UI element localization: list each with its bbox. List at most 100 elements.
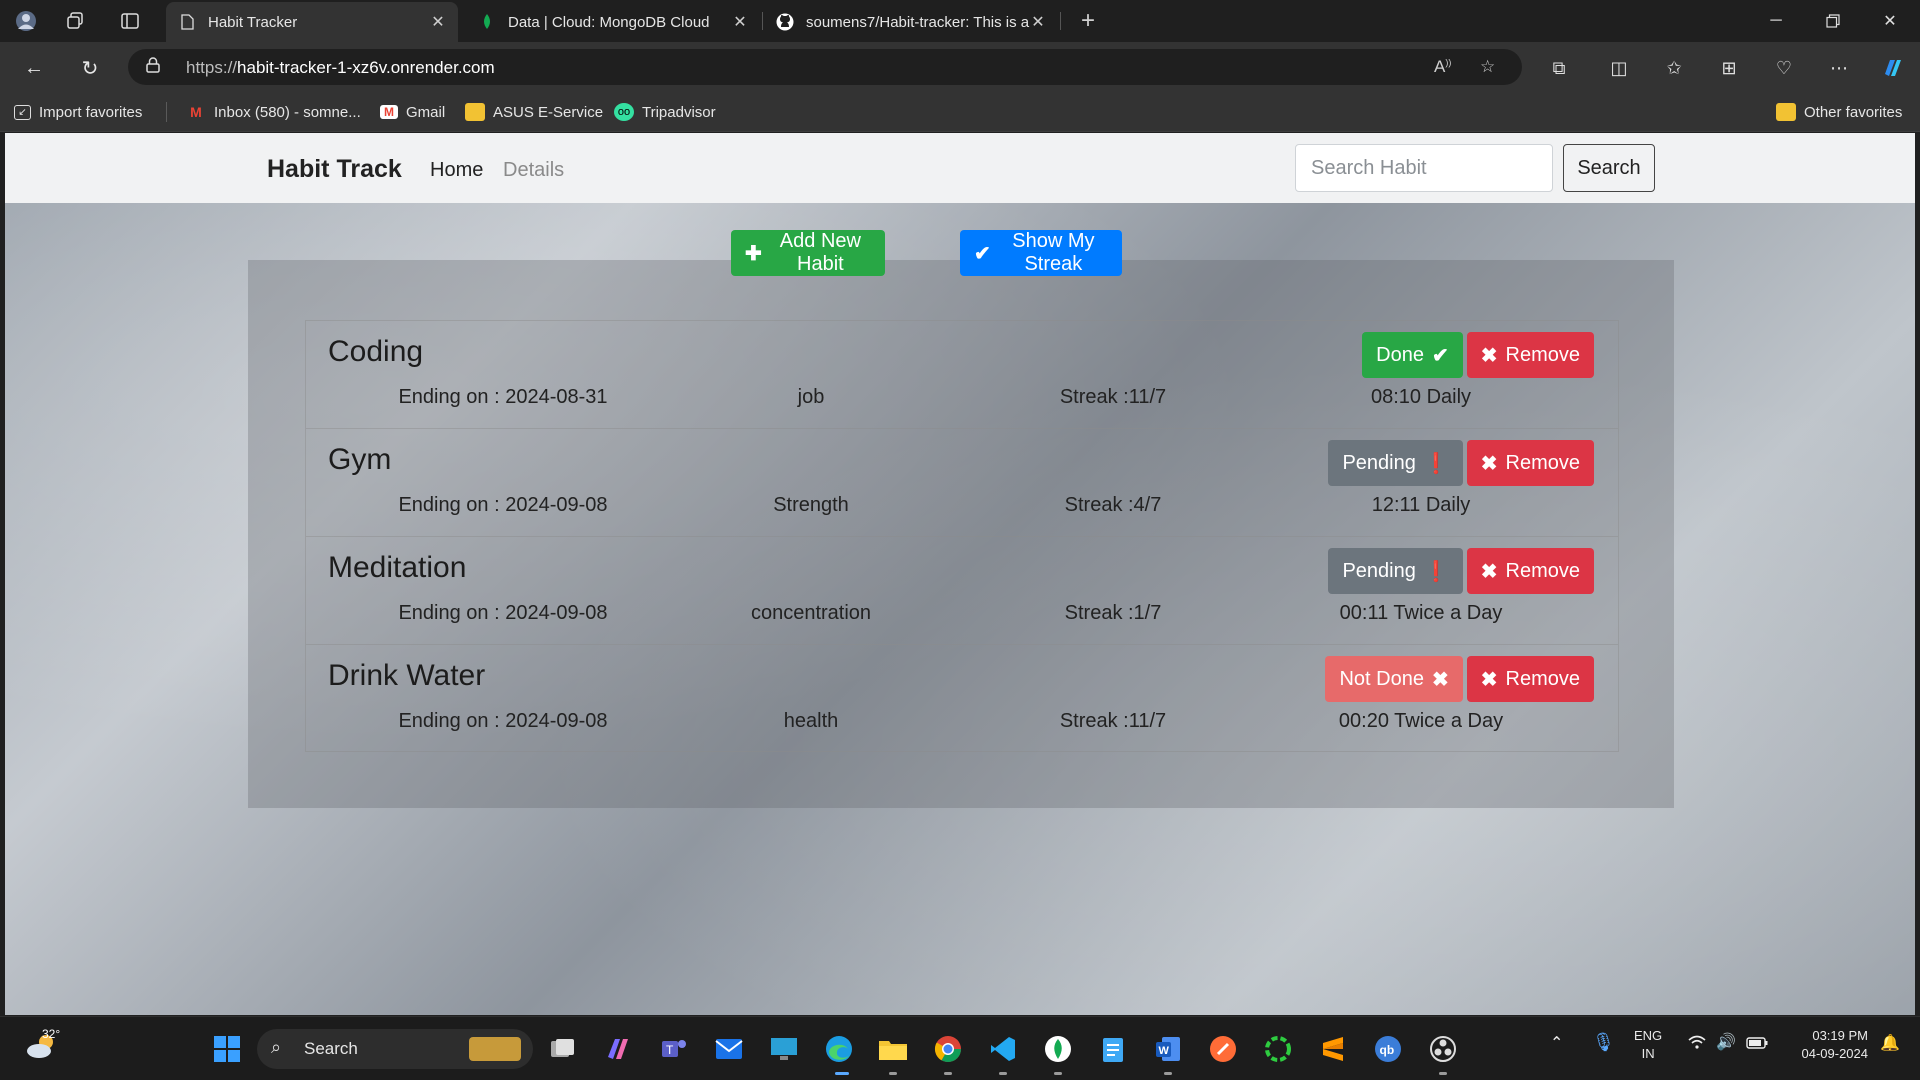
spinner-app-icon[interactable] <box>1260 1031 1296 1067</box>
status-not-done-button[interactable]: Not Done ✖ <box>1325 656 1463 702</box>
close-tab-icon[interactable]: ✕ <box>430 12 446 32</box>
show-my-streak-button[interactable]: ✔ Show My Streak <box>960 230 1122 276</box>
favorite-star-icon[interactable]: ☆ <box>1480 57 1495 77</box>
battery-icon[interactable] <box>1746 1036 1768 1054</box>
remove-button[interactable]: ✖ Remove <box>1466 440 1594 486</box>
fav-label: Inbox (580) - somne... <box>214 103 361 121</box>
refresh-icon[interactable]: ↻ <box>76 54 104 82</box>
habit-actions: Pending ❗ ✖ Remove <box>1328 440 1594 486</box>
favorites-icon[interactable]: ✩ <box>1660 54 1688 82</box>
status-done-button[interactable]: Done ✔ <box>1362 332 1463 378</box>
desktop-icon[interactable] <box>766 1031 802 1067</box>
clock-date: 04-09-2024 <box>1801 1046 1869 1061</box>
tab-title: soumens7/Habit-tracker: This is a <box>806 13 1030 31</box>
vscode-icon[interactable] <box>985 1031 1021 1067</box>
page-icon <box>178 13 196 31</box>
file-explorer-icon[interactable] <box>875 1031 911 1067</box>
nav-details[interactable]: Details <box>503 159 564 182</box>
status-label: Pending <box>1342 451 1416 474</box>
status-pending-button[interactable]: Pending ❗ <box>1328 440 1463 486</box>
nav-home[interactable]: Home <box>430 159 483 182</box>
split-screen-icon[interactable]: ◫ <box>1605 54 1633 82</box>
wifi-icon[interactable] <box>1688 1035 1706 1054</box>
qbittorrent-icon[interactable]: qb <box>1370 1031 1406 1067</box>
tab-actions-icon[interactable] <box>118 9 142 33</box>
tab-mongodb[interactable]: Data | Cloud: MongoDB Cloud ✕ <box>466 2 760 42</box>
web-page: Habit Track Home Details Search ✚ Add Ne… <box>5 133 1915 1015</box>
x-icon: ✖ <box>1480 344 1498 367</box>
temperature: 32° <box>42 1027 61 1041</box>
github-icon <box>776 13 794 31</box>
copilot-icon[interactable] <box>1879 54 1907 82</box>
close-tab-icon[interactable]: ✕ <box>732 12 748 32</box>
brand[interactable]: Habit Track <box>267 155 402 184</box>
add-new-habit-button[interactable]: ✚ Add New Habit <box>731 230 885 276</box>
status-pending-button[interactable]: Pending ❗ <box>1328 548 1463 594</box>
taskbar: 32° ⌕ Search T W qb ⌃ 🎙 ENG IN 🔊 03:19 P… <box>0 1016 1920 1080</box>
postman-icon[interactable] <box>1205 1031 1241 1067</box>
check-icon: ✔ <box>1431 344 1449 367</box>
taskbar-search[interactable]: ⌕ Search <box>257 1029 533 1069</box>
edge-icon[interactable] <box>821 1031 857 1067</box>
fav-label: Other favorites <box>1804 103 1903 121</box>
weather-widget[interactable]: 32° <box>24 1027 60 1066</box>
language-indicator[interactable]: ENG IN <box>1634 1027 1662 1063</box>
teams-icon[interactable]: T <box>656 1031 692 1067</box>
profile-icon[interactable] <box>14 9 38 33</box>
habit-actions: Pending ❗ ✖ Remove <box>1328 548 1594 594</box>
mongodb-compass-icon[interactable] <box>1040 1031 1076 1067</box>
notification-bell-icon[interactable]: 🔔 <box>1880 1035 1900 1053</box>
svg-text:qb: qb <box>1380 1043 1395 1057</box>
fav-other[interactable]: Other favorites <box>1776 101 1902 123</box>
fav-import[interactable]: ↙ Import favorites <box>14 101 142 123</box>
extensions-icon[interactable]: ⧉ <box>1545 54 1573 82</box>
new-tab-icon[interactable]: + <box>1076 7 1100 34</box>
search-button[interactable]: Search <box>1563 144 1655 192</box>
close-window-icon[interactable]: ✕ <box>1867 6 1913 36</box>
tab-github[interactable]: soumens7/Habit-tracker: This is a ✕ <box>764 2 1058 42</box>
habit-name: Gym <box>328 443 392 476</box>
x-icon: ✖ <box>1480 452 1498 475</box>
url-host: habit-tracker-1-xz6v.onrender.com <box>237 58 495 77</box>
clock[interactable]: 03:19 PM 04-09-2024 <box>1784 1027 1869 1063</box>
fav-inbox[interactable]: M Inbox (580) - somne... <box>186 101 361 123</box>
workspaces-icon[interactable] <box>64 9 88 33</box>
microphone-icon[interactable]: 🎙 <box>1592 1033 1615 1051</box>
remove-button[interactable]: ✖ Remove <box>1466 548 1594 594</box>
habit-time: 00:20 Twice a Day <box>1338 710 1504 732</box>
start-icon[interactable] <box>209 1031 245 1067</box>
remove-button[interactable]: ✖ Remove <box>1466 656 1594 702</box>
minimize-icon[interactable]: ─ <box>1753 6 1799 36</box>
search-habit-input[interactable] <box>1295 144 1553 192</box>
volume-icon[interactable]: 🔊 <box>1716 1034 1736 1052</box>
more-icon[interactable]: ⋯ <box>1825 54 1853 82</box>
task-view-icon[interactable] <box>545 1031 581 1067</box>
back-icon[interactable]: ← <box>20 54 48 82</box>
remove-button[interactable]: ✖ Remove <box>1466 332 1594 378</box>
read-aloud-icon[interactable]: A)) <box>1434 57 1451 77</box>
fav-tripadvisor[interactable]: oo Tripadvisor <box>614 101 716 123</box>
address-bar: ← ↻ https://habit-tracker-1-xz6v.onrende… <box>0 42 1920 92</box>
habit-ending-date: Ending on : 2024-09-08 <box>398 494 608 516</box>
close-tab-icon[interactable]: ✕ <box>1030 12 1046 32</box>
show-hidden-icons[interactable]: ⌃ <box>1550 1035 1563 1053</box>
habit-ending-date: Ending on : 2024-08-31 <box>398 386 608 408</box>
url-field[interactable]: https://habit-tracker-1-xz6v.onrender.co… <box>128 49 1522 85</box>
copilot-taskbar-icon[interactable] <box>600 1031 636 1067</box>
fav-asus[interactable]: ASUS E-Service <box>465 101 603 123</box>
collections-icon[interactable]: ⊞ <box>1715 54 1743 82</box>
word-icon[interactable]: W <box>1150 1031 1186 1067</box>
notepad-icon[interactable] <box>1095 1031 1131 1067</box>
obs-icon[interactable] <box>1425 1031 1461 1067</box>
sublime-icon[interactable] <box>1315 1031 1351 1067</box>
restore-icon[interactable] <box>1810 6 1856 36</box>
tab-habit-tracker[interactable]: Habit Tracker ✕ <box>166 2 458 42</box>
chrome-icon[interactable] <box>930 1031 966 1067</box>
browser-essentials-icon[interactable]: ♡ <box>1770 54 1798 82</box>
habit-streak: Streak :4/7 <box>1064 494 1162 516</box>
fav-gmail[interactable]: M Gmail <box>380 101 445 123</box>
habit-actions: Done ✔ ✖ Remove <box>1362 332 1594 378</box>
x-icon: ✖ <box>1480 560 1498 583</box>
mail-icon[interactable] <box>711 1031 747 1067</box>
fav-label: Import favorites <box>39 103 143 121</box>
